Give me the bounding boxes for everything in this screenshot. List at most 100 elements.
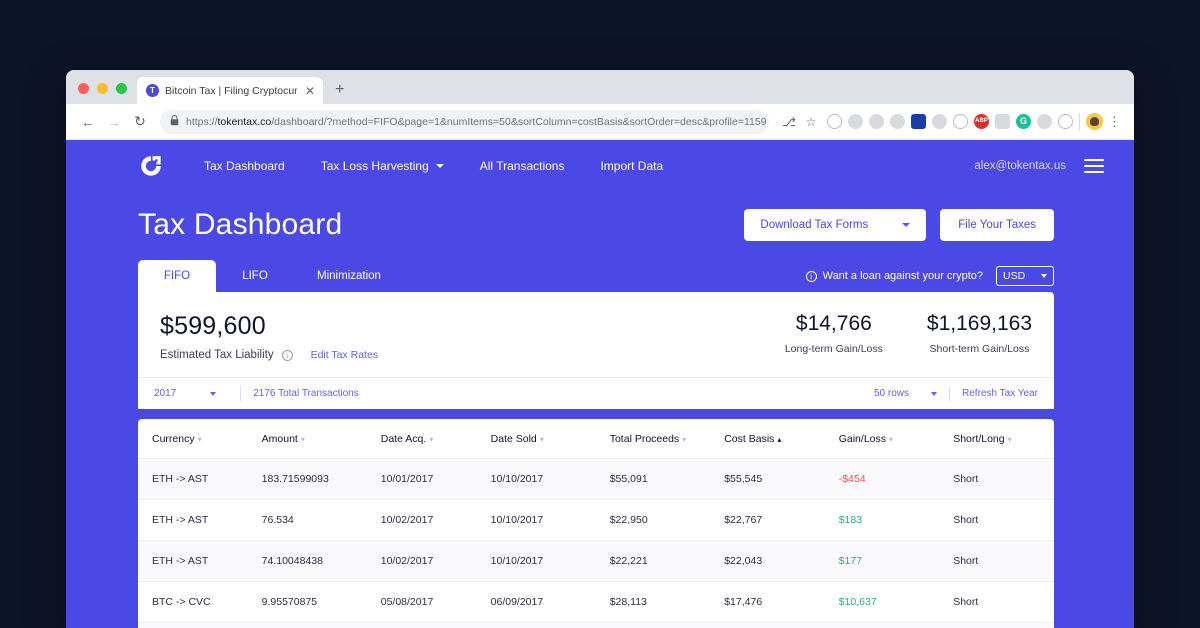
cell-date-acq: 10/02/2017 — [381, 500, 491, 541]
edit-tax-rates-link[interactable]: Edit Tax Rates — [311, 349, 379, 361]
summary-row: $599,600 Estimated Tax Liability i Edit … — [138, 292, 1054, 377]
cell-term: Short — [953, 623, 1054, 628]
browser-tab[interactable]: T Bitcoin Tax | Filing Cryptocurre ✕ — [137, 77, 323, 104]
tokentax-logo-icon[interactable] — [138, 153, 164, 179]
column-header-date-sold[interactable]: Date Sold▾ — [491, 419, 610, 459]
new-tab-button[interactable]: + — [323, 82, 356, 104]
loan-promo[interactable]: i Want a loan against your crypto? — [806, 270, 983, 282]
cell-proceeds: $22,950 — [610, 500, 725, 541]
profile-avatar[interactable] — [1086, 113, 1103, 130]
extension-icon[interactable] — [890, 114, 905, 129]
sort-icon: ▾ — [301, 435, 305, 444]
tab-lifo[interactable]: LIFO — [216, 260, 294, 292]
nav-item-tax-dashboard[interactable]: Tax Dashboard — [186, 159, 303, 173]
currency-select[interactable]: USD — [996, 266, 1054, 286]
cell-proceeds: $9,832 — [610, 623, 725, 628]
cell-gain-loss: $183 — [839, 500, 954, 541]
reload-icon[interactable]: ↻ — [128, 110, 152, 134]
cell-currency: BTC -> CVC — [138, 582, 262, 623]
loan-and-currency: i Want a loan against your crypto? USD — [806, 266, 1054, 292]
cell-amount: 183.71599093 — [262, 459, 381, 500]
nav-item-import-data[interactable]: Import Data — [582, 159, 681, 173]
tab-label: FIFO — [164, 270, 190, 282]
adblock-icon[interactable]: ABP — [974, 114, 989, 129]
extension-icon[interactable] — [1058, 114, 1073, 129]
sort-icon: ▾ — [889, 435, 893, 444]
column-header-currency[interactable]: Currency▾ — [138, 419, 262, 459]
cell-amount: 39.25497988 — [262, 623, 381, 628]
window-controls[interactable] — [76, 83, 137, 104]
close-window-button[interactable] — [78, 83, 89, 94]
long-term-value: $14,766 — [785, 312, 883, 336]
close-icon[interactable]: ✕ — [303, 85, 315, 97]
maximize-window-button[interactable] — [116, 83, 127, 94]
tax-year-select[interactable]: 2017 — [154, 388, 228, 399]
table-row[interactable]: ETH -> KNC 39.25497988 08/31/2017 09/15/… — [138, 623, 1054, 628]
rows-per-page-select[interactable]: 50 rows — [874, 388, 937, 399]
column-header-date-acq[interactable]: Date Acq.▾ — [381, 419, 491, 459]
page-header-actions: Download Tax Forms File Your Taxes — [744, 209, 1054, 241]
column-header-total-proceeds[interactable]: Total Proceeds▾ — [610, 419, 725, 459]
extension-icon[interactable] — [827, 114, 842, 129]
column-header-amount[interactable]: Amount▾ — [262, 419, 381, 459]
cell-term: Short — [953, 500, 1054, 541]
nav-item-all-transactions[interactable]: All Transactions — [462, 159, 583, 173]
extension-icon[interactable] — [995, 114, 1010, 129]
cell-cost-basis: $22,767 — [724, 500, 839, 541]
tab-fifo[interactable]: FIFO — [138, 260, 216, 292]
column-header-gain-loss[interactable]: Gain/Loss▾ — [839, 419, 954, 459]
table-row[interactable]: ETH -> AST 183.71599093 10/01/2017 10/10… — [138, 459, 1054, 500]
tax-year-value: 2017 — [154, 388, 176, 399]
nav-item-tax-loss-harvesting[interactable]: Tax Loss Harvesting — [303, 159, 462, 173]
extension-icon[interactable] — [1037, 114, 1052, 129]
chevron-down-icon — [902, 223, 910, 227]
table-row[interactable]: BTC -> CVC 9.95570875 05/08/2017 06/09/2… — [138, 582, 1054, 623]
page-header: Tax Dashboard Download Tax Forms File Yo… — [66, 186, 1134, 242]
back-icon[interactable]: ← — [76, 110, 100, 134]
refresh-tax-year-button[interactable]: Refresh Tax Year — [962, 388, 1038, 399]
cell-term: Short — [953, 582, 1054, 623]
info-icon[interactable]: i — [282, 350, 293, 361]
cell-gain-loss: -$5,204 — [839, 623, 954, 628]
column-header-short-long[interactable]: Short/Long▾ — [953, 419, 1054, 459]
short-term-value: $1,169,163 — [927, 312, 1032, 336]
download-tax-forms-button[interactable]: Download Tax Forms — [744, 209, 926, 241]
filters-divider — [949, 386, 950, 401]
user-email[interactable]: alex@tokentax.us — [974, 160, 1066, 172]
address-bar[interactable]: https://tokentax.co/dashboard/?method=FI… — [160, 110, 769, 134]
bookmark-star-icon[interactable]: ☆ — [801, 112, 821, 132]
cell-term: Short — [953, 459, 1054, 500]
cell-cost-basis: $15,036 — [724, 623, 839, 628]
extension-icon[interactable] — [848, 114, 863, 129]
cell-currency: ETH -> AST — [138, 459, 262, 500]
gain-loss-stats: $14,766 Long-term Gain/Loss $1,169,163 S… — [785, 312, 1032, 355]
extension-icons[interactable]: ABP G — [823, 114, 1073, 129]
nav-item-label: Import Data — [600, 159, 663, 173]
cell-proceeds: $22,221 — [610, 541, 725, 582]
chevron-down-icon — [210, 392, 216, 396]
table-row[interactable]: ETH -> AST 76.534 10/02/2017 10/10/2017 … — [138, 500, 1054, 541]
extension-icon[interactable] — [932, 114, 947, 129]
extension-icon[interactable] — [953, 114, 968, 129]
estimated-tax-liability: $599,600 Estimated Tax Liability i Edit … — [160, 312, 378, 361]
grammarly-icon[interactable]: G — [1016, 114, 1031, 129]
file-your-taxes-button[interactable]: File Your Taxes — [940, 209, 1054, 241]
extension-icon[interactable] — [869, 114, 884, 129]
forward-icon[interactable]: → — [102, 110, 126, 134]
table-row[interactable]: ETH -> AST 74.10048438 10/02/2017 10/10/… — [138, 541, 1054, 582]
tab-minimization[interactable]: Minimization — [294, 260, 404, 292]
column-header-cost-basis[interactable]: Cost Basis▴ — [724, 419, 839, 459]
password-key-icon[interactable]: ⎇ — [779, 112, 799, 132]
minimize-window-button[interactable] — [97, 83, 108, 94]
sort-icon: ▾ — [1008, 435, 1012, 444]
total-transactions-label: 2176 Total Transactions — [253, 388, 358, 399]
long-term-label: Long-term Gain/Loss — [785, 343, 883, 355]
toolbar-divider — [1079, 113, 1080, 131]
browser-toolbar: ← → ↻ https://tokentax.co/dashboard/?met… — [66, 104, 1134, 140]
short-term-stat: $1,169,163 Short-term Gain/Loss — [927, 312, 1032, 355]
cell-gain-loss: -$454 — [839, 459, 954, 500]
browser-menu-icon[interactable]: ⋮ — [1105, 114, 1124, 130]
table-body: ETH -> AST 183.71599093 10/01/2017 10/10… — [138, 459, 1054, 628]
hamburger-menu-icon[interactable] — [1084, 159, 1104, 174]
extension-icon[interactable] — [911, 114, 926, 129]
